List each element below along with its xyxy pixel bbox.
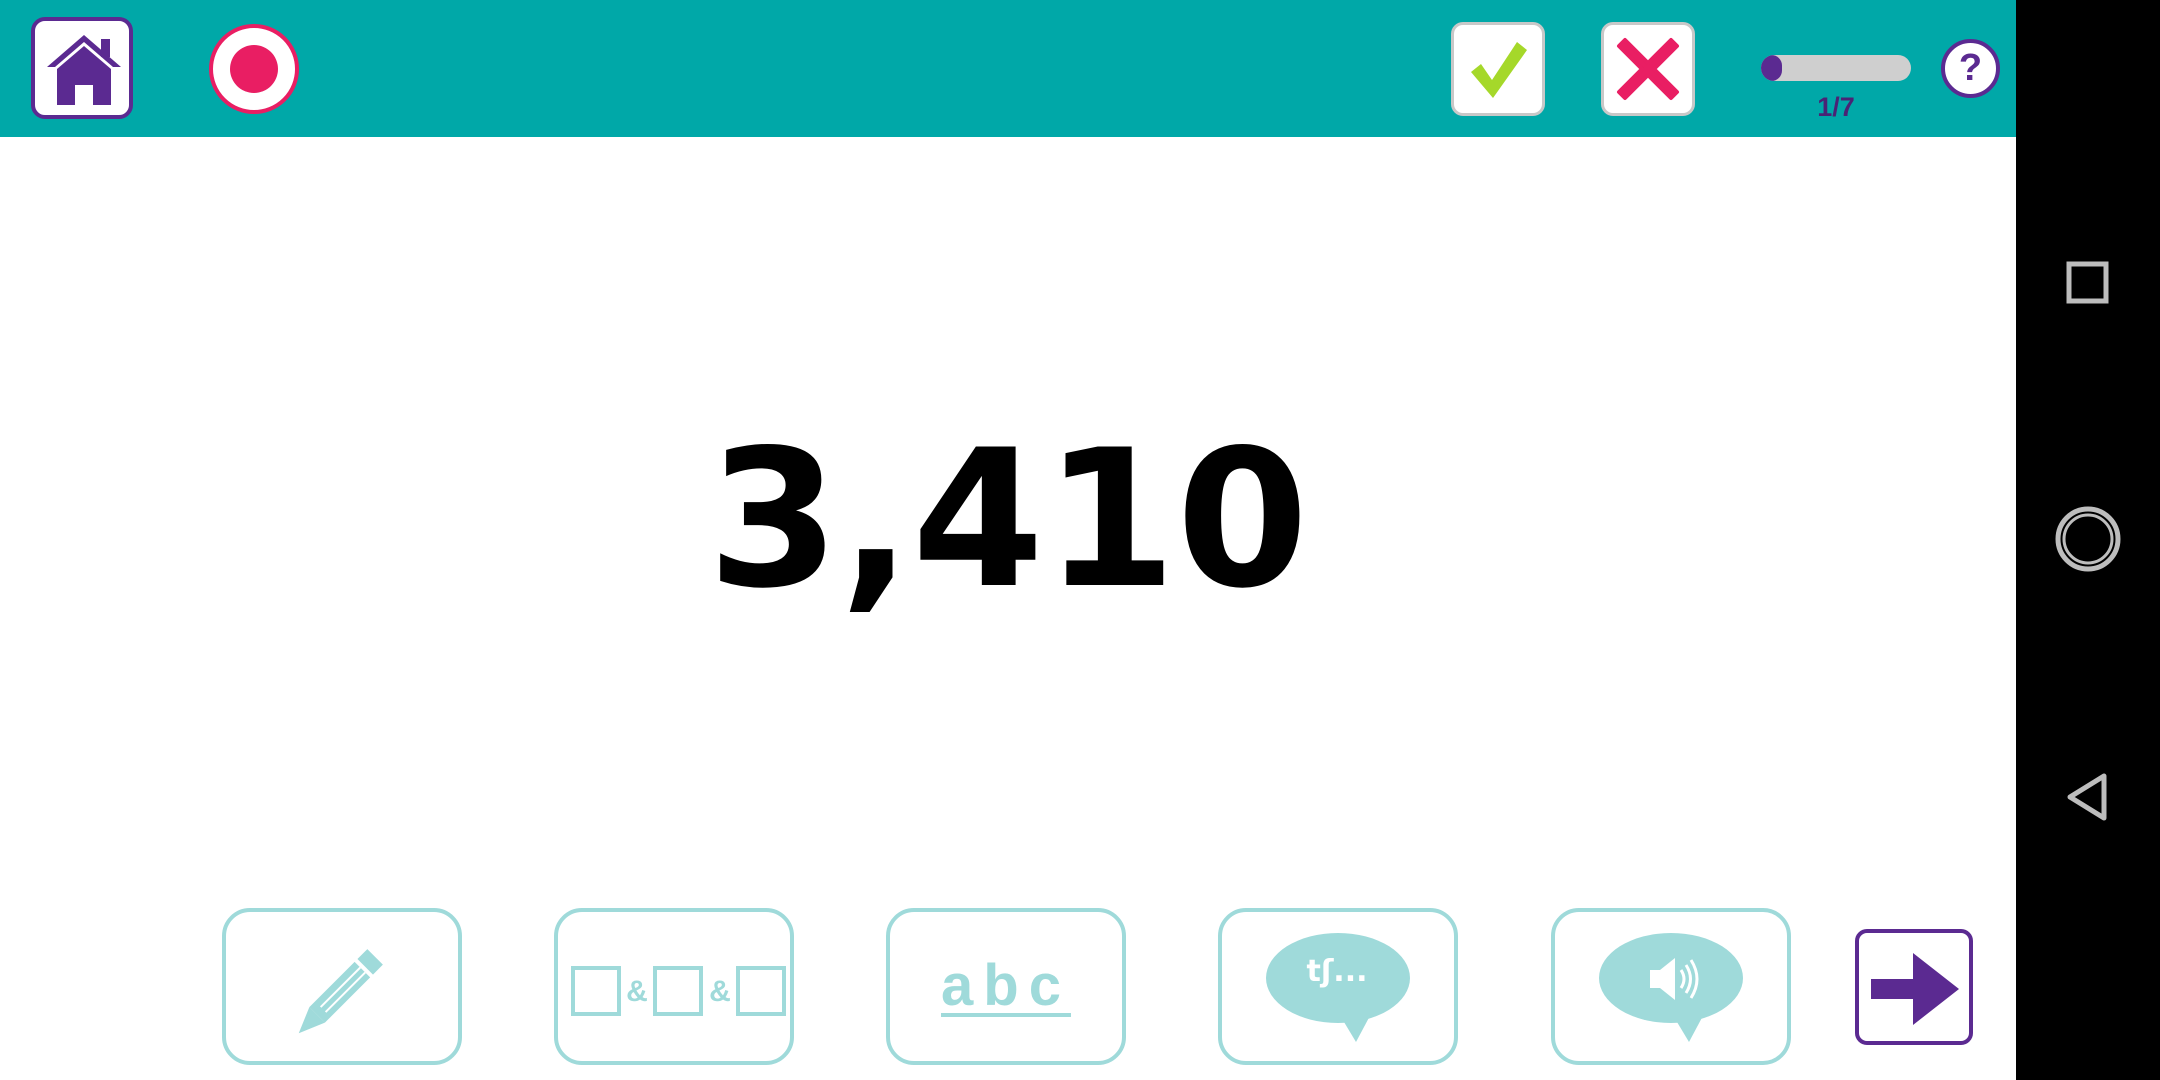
spelling-tool-button[interactable]: abc — [886, 908, 1126, 1065]
record-button[interactable] — [209, 24, 299, 114]
phonics-tool-button[interactable]: tʃ... — [1218, 908, 1458, 1065]
abc-icon: abc — [941, 953, 1071, 1018]
home-icon — [47, 35, 121, 105]
checkmark-icon — [1471, 42, 1527, 98]
recents-icon[interactable] — [2016, 258, 2160, 308]
record-icon — [230, 45, 278, 93]
progress-label: 1/7 — [1817, 92, 1855, 122]
arrow-right-icon — [1871, 953, 1959, 1025]
help-button[interactable]: ? — [1941, 39, 2000, 98]
pencil-icon — [298, 949, 383, 1034]
back-icon[interactable] — [2016, 772, 2160, 822]
phonics-label: tʃ... — [1306, 954, 1368, 989]
boxes-and-ampersands-icon: & & — [571, 966, 786, 1016]
incorrect-button[interactable] — [1601, 22, 1695, 116]
app-screen: 1/7 ? 3,410 & & abc tʃ... — [0, 0, 2016, 1080]
ampersand-2: & — [709, 975, 731, 1008]
ampersand-1: & — [626, 975, 648, 1008]
cross-icon — [1617, 38, 1679, 100]
correct-button[interactable] — [1451, 22, 1545, 116]
home-button[interactable] — [31, 17, 133, 119]
home-circle-icon[interactable] — [2016, 505, 2160, 575]
progress-bar — [1761, 55, 1911, 81]
listen-tool-button[interactable] — [1551, 908, 1791, 1065]
blocks-tool-button[interactable]: & & — [554, 908, 794, 1065]
progress-fill — [1761, 55, 1783, 81]
system-navigation-bar — [2016, 0, 2160, 1080]
pencil-tool-button[interactable] — [222, 908, 462, 1065]
speaker-bubble-icon — [1599, 933, 1743, 1042]
next-button[interactable] — [1855, 929, 1973, 1045]
top-toolbar: 1/7 ? — [0, 0, 2016, 137]
number-display: 3,410 — [707, 409, 1309, 630]
